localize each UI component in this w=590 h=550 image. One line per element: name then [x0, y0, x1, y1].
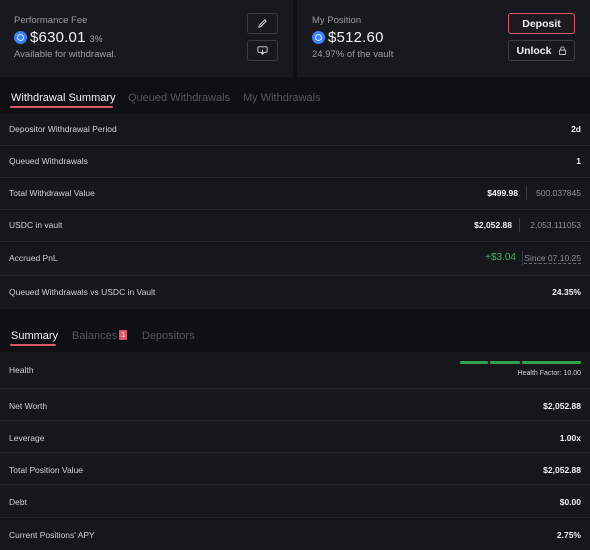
- withdraw-icon: [257, 46, 268, 55]
- my-position-amount-row: $512.60: [312, 29, 384, 46]
- my-position-label: My Position: [312, 15, 362, 26]
- table-row: Debt $0.00: [0, 485, 590, 518]
- health-bar-segment: [522, 361, 581, 364]
- my-position-sub: 24.97% of the vault: [312, 49, 394, 60]
- performance-fee-card: Performance Fee $630.01 3% Available for…: [0, 0, 293, 77]
- row-value: 24.35%: [552, 287, 581, 297]
- deposit-button[interactable]: Deposit: [508, 13, 575, 34]
- health-bar-segment: [460, 361, 488, 364]
- row-label: Total Position Value: [9, 465, 84, 475]
- row-secondary-value: 2,053.111053: [530, 220, 581, 230]
- row-label: Queued Withdrawals vs USDC in Vault: [9, 287, 156, 297]
- row-label: USDC in vault: [9, 220, 63, 230]
- withdrawal-summary-panel: Depositor Withdrawal Period 2d Queued Wi…: [0, 114, 590, 309]
- summary-panel: Health Net Worth $2,052.88 Leverage 1.00…: [0, 352, 590, 550]
- row-label: Leverage: [9, 433, 45, 443]
- performance-fee-amount: $630.01: [30, 29, 86, 46]
- performance-fee-sub: Available for withdrawal.: [14, 49, 117, 60]
- row-value: $2,052.88: [543, 465, 581, 475]
- table-row: Total Withdrawal Value $499.98 500.03784…: [0, 178, 590, 210]
- my-position-card: My Position $512.60 24.97% of the vault: [297, 0, 590, 77]
- top-cards: Performance Fee $630.01 3% Available for…: [0, 0, 590, 77]
- table-row: Net Worth $2,052.88: [0, 389, 590, 421]
- row-value: $499.98: [487, 188, 518, 198]
- active-tab-indicator: [10, 344, 56, 346]
- performance-fee-amount-row: $630.01 3%: [14, 29, 103, 46]
- row-label: Queued Withdrawals: [9, 156, 88, 166]
- row-value: $2,052.88: [474, 220, 512, 230]
- health-bar-segment: [490, 361, 520, 364]
- withdrawal-tabs: Withdrawal Summary Queued Withdrawals My…: [0, 81, 590, 117]
- lock-icon: [558, 46, 566, 55]
- divider: [522, 251, 523, 265]
- table-row: Leverage 1.00x: [0, 421, 590, 453]
- performance-fee-percent: 3%: [89, 34, 103, 44]
- usdc-icon: [14, 31, 27, 44]
- row-label: Accrued PnL: [9, 253, 58, 263]
- balances-badge: 1: [119, 330, 128, 340]
- tab-depositors[interactable]: Depositors: [142, 330, 195, 342]
- table-row: Accrued PnL +$3.04 Since 07.10.25: [0, 242, 590, 276]
- tab-queued-withdrawals[interactable]: Queued Withdrawals: [128, 92, 230, 104]
- row-value: 2.75%: [556, 530, 581, 540]
- active-tab-indicator: [10, 106, 113, 108]
- row-label: Current Positions' APY: [9, 530, 95, 540]
- tab-my-withdrawals[interactable]: My Withdrawals: [243, 92, 321, 104]
- pencil-icon: [258, 19, 267, 28]
- row-value: 1.00x: [559, 433, 581, 443]
- row-label: Net Worth: [9, 401, 48, 411]
- unlock-button[interactable]: Unlock: [508, 40, 575, 61]
- row-value: 1: [576, 156, 581, 166]
- row-value: $2,052.88: [543, 401, 581, 411]
- edit-button[interactable]: [247, 13, 278, 34]
- tab-balances-label: Balances: [72, 330, 118, 342]
- table-row: Total Position Value $2,052.88: [0, 453, 590, 485]
- my-position-amount: $512.60: [328, 29, 384, 46]
- tab-summary[interactable]: Summary: [11, 330, 58, 342]
- row-label: Depositor Withdrawal Period: [9, 124, 117, 134]
- accrued-pnl-value: +$3.04: [485, 252, 516, 263]
- summary-tabs: Summary Balances 1 Depositors: [0, 318, 590, 354]
- row-label: Debt: [9, 497, 27, 507]
- row-label: Health: [9, 365, 34, 375]
- divider: [519, 218, 520, 232]
- row-value: $0.00: [559, 497, 581, 507]
- performance-fee-label: Performance Fee: [14, 15, 88, 26]
- row-secondary-value: 500.037845: [536, 188, 581, 198]
- table-row: Queued Withdrawals vs USDC in Vault 24.3…: [0, 276, 590, 309]
- since-date[interactable]: Since 07.10.25: [524, 253, 581, 264]
- tab-balances[interactable]: Balances 1: [72, 330, 128, 342]
- row-label: Total Withdrawal Value: [9, 188, 95, 198]
- table-row: Health: [0, 352, 590, 389]
- table-row: Queued Withdrawals 1: [0, 146, 590, 178]
- table-row: Current Positions' APY 2.75%: [0, 518, 590, 550]
- divider: [526, 186, 527, 200]
- withdraw-fee-button[interactable]: [247, 40, 278, 61]
- usdc-icon: [312, 31, 325, 44]
- unlock-label: Unlock: [516, 44, 552, 57]
- table-row: USDC in vault $2,052.88 2,053.111053: [0, 210, 590, 242]
- table-row: Depositor Withdrawal Period 2d: [0, 114, 590, 146]
- tab-withdrawal-summary[interactable]: Withdrawal Summary: [11, 92, 116, 104]
- health-factor-label: Health Factor: 10.00: [517, 370, 581, 377]
- row-value: 2d: [571, 124, 581, 134]
